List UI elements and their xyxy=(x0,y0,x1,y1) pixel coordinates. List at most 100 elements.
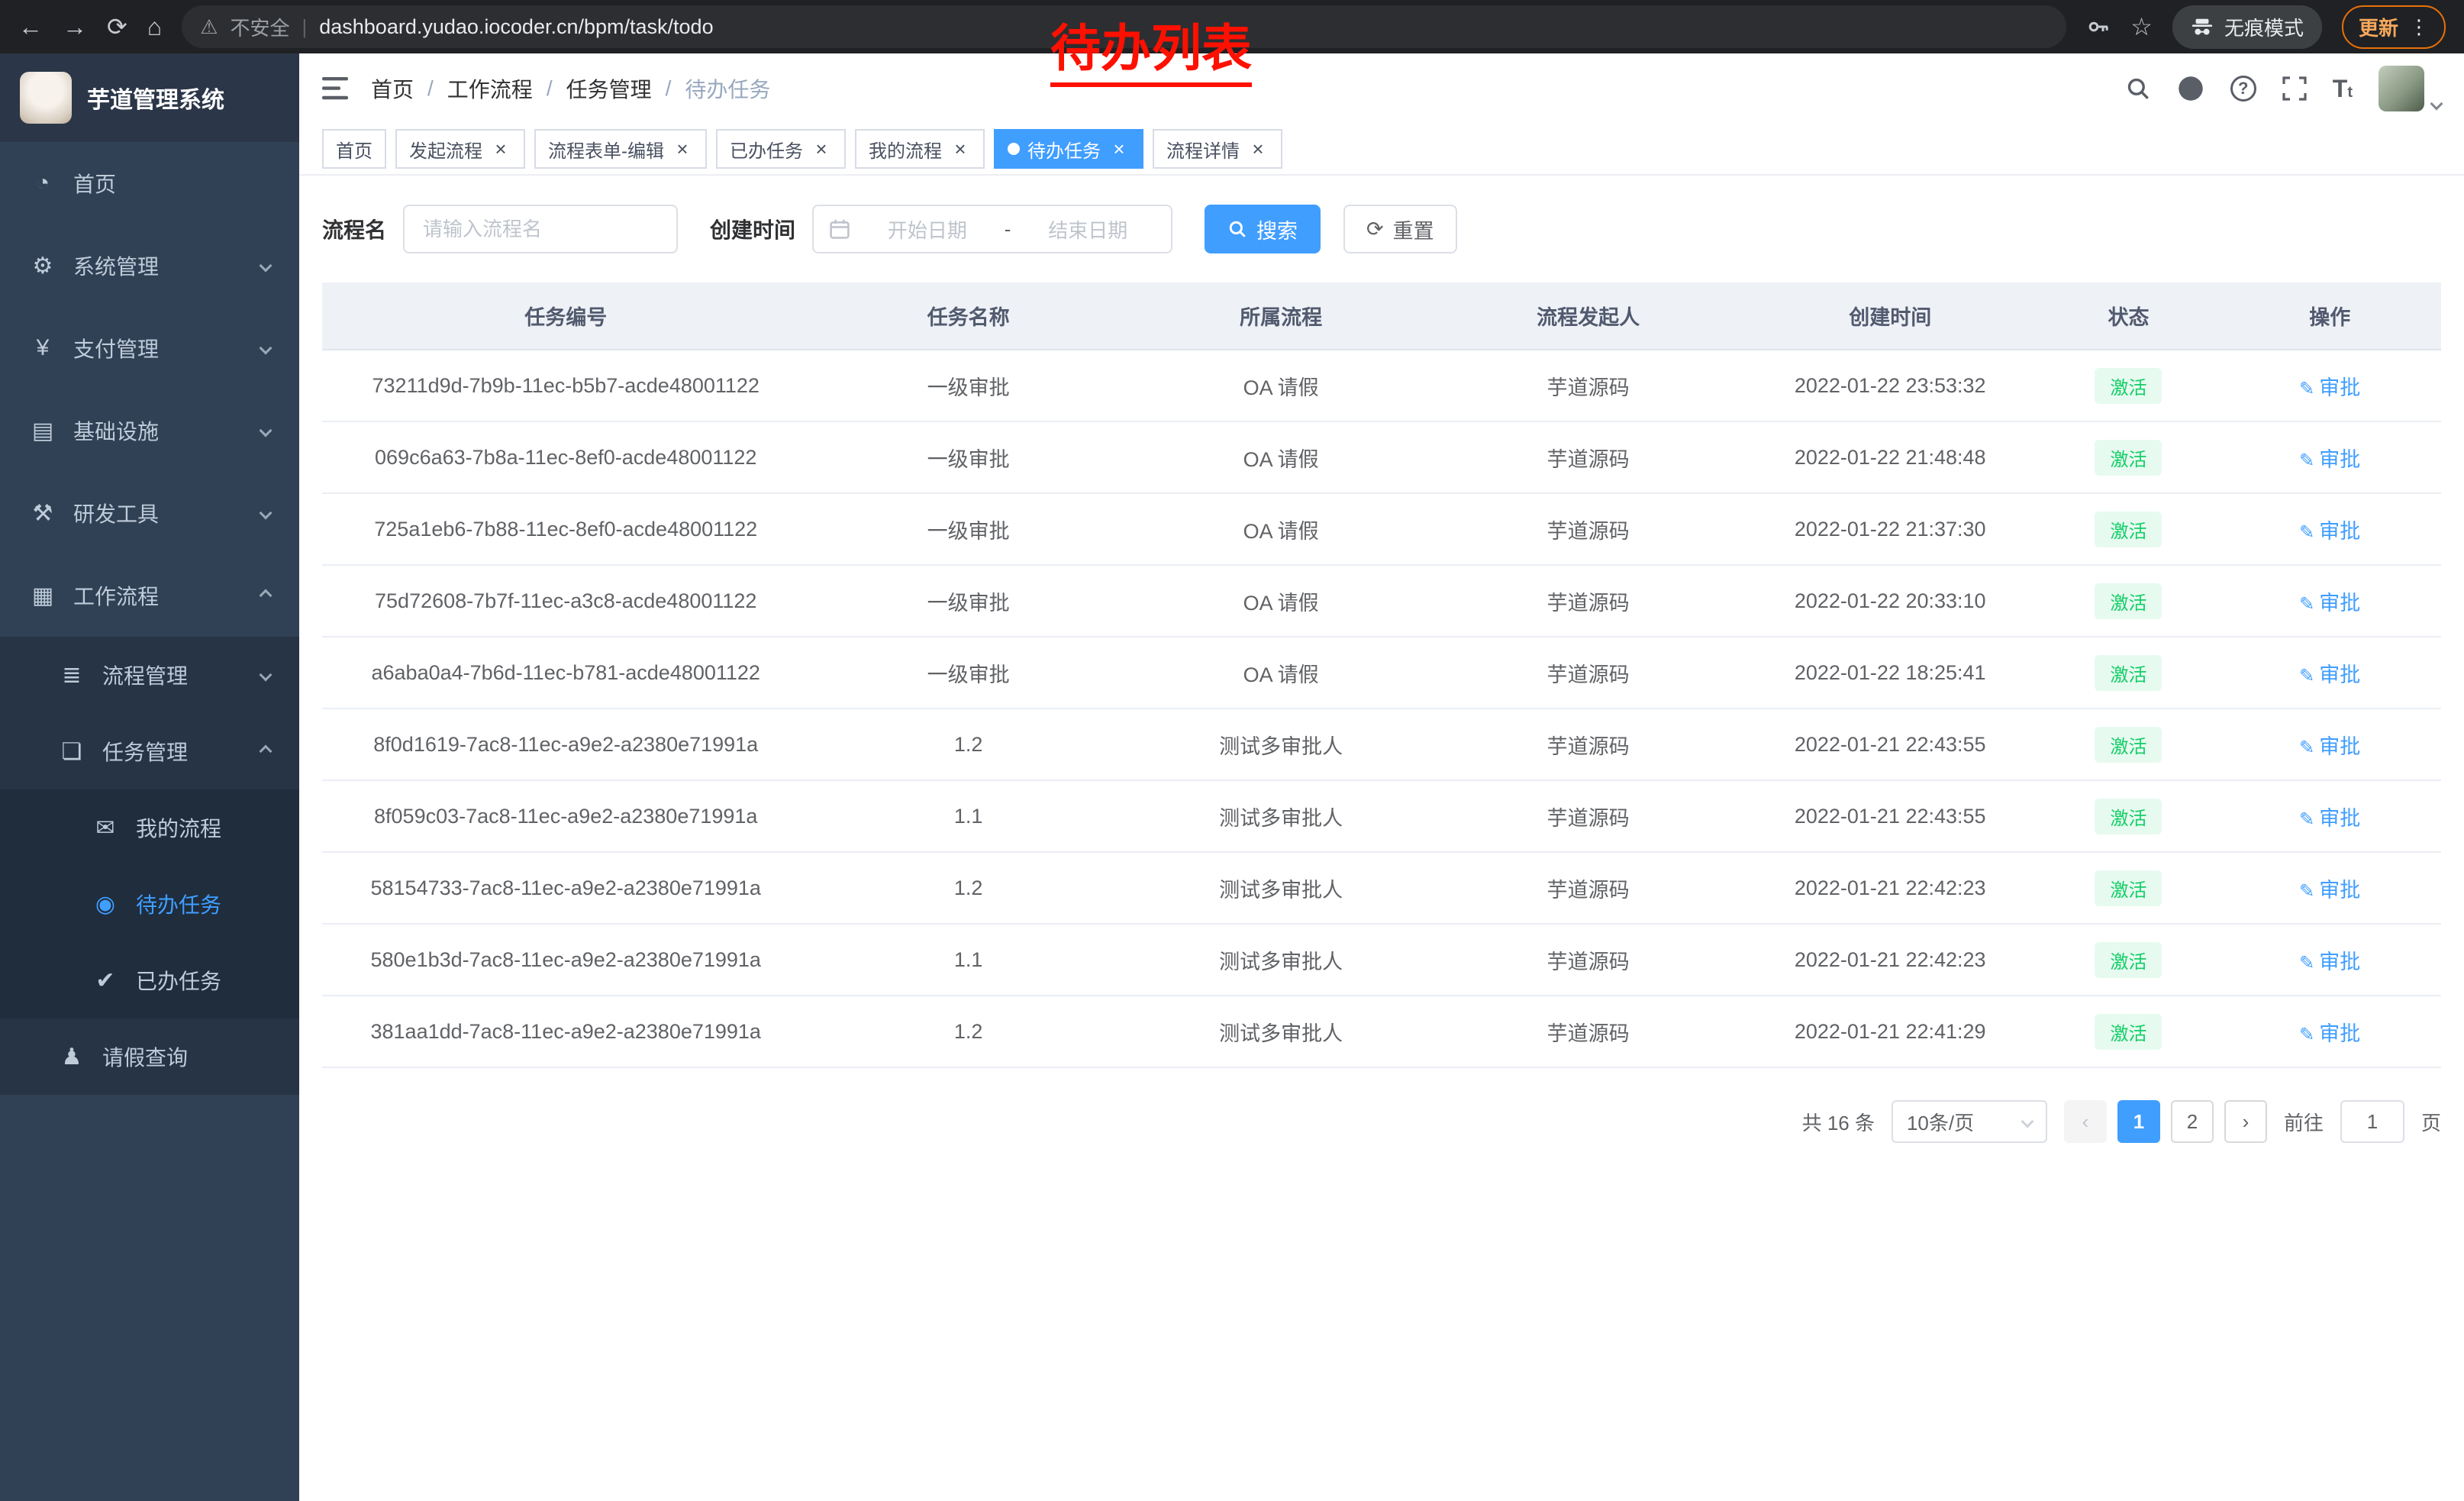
sidebar-item-label: 研发工具 xyxy=(73,498,159,528)
key-icon[interactable] xyxy=(2086,15,2111,39)
page-button-2[interactable]: 2 xyxy=(2171,1100,2214,1143)
process-name-input[interactable] xyxy=(403,205,678,253)
tab-process-detail[interactable]: 流程详情× xyxy=(1153,129,1282,169)
tab-label: 已办任务 xyxy=(730,136,803,163)
page-size-select[interactable]: 10条/页 xyxy=(1892,1100,2047,1143)
tab-home[interactable]: 首页 xyxy=(322,129,386,169)
hamburger-icon[interactable] xyxy=(322,77,348,100)
sidebar-item-infrastructure[interactable]: ▤基础设施 xyxy=(0,389,299,472)
sidebar-item-my-process[interactable]: ✉我的流程 xyxy=(0,789,299,866)
user-menu[interactable] xyxy=(2379,66,2441,111)
tab-todo-task[interactable]: 待办任务× xyxy=(994,129,1143,169)
sidebar-item-todo-task[interactable]: ◉待办任务 xyxy=(0,866,299,942)
reset-button[interactable]: ⟳ 重置 xyxy=(1343,205,1457,253)
tab-done-task[interactable]: 已办任务 × xyxy=(716,129,846,169)
back-icon[interactable]: ← xyxy=(18,15,43,39)
close-icon[interactable]: × xyxy=(490,139,511,159)
initiator-cell: 芋道源码 xyxy=(1434,350,1742,421)
status-badge: 激活 xyxy=(2095,440,2162,476)
approve-link[interactable]: ✎审批 xyxy=(2299,1022,2360,1045)
home-icon[interactable]: ⌂ xyxy=(147,15,162,39)
tab-start-process[interactable]: 发起流程× xyxy=(395,129,525,169)
close-icon[interactable]: × xyxy=(950,139,971,159)
tab-form-edit[interactable]: 流程表单-编辑× xyxy=(534,129,707,169)
next-page-button[interactable]: › xyxy=(2224,1100,2267,1143)
table-row: 069c6a63-7b8a-11ec-8ef0-acde48001122一级审批… xyxy=(322,421,2441,493)
sidebar-item-process-mgmt[interactable]: ≣流程管理 xyxy=(0,637,299,713)
approve-link[interactable]: ✎审批 xyxy=(2299,951,2360,973)
task-name-cell: 1.2 xyxy=(809,709,1127,780)
sidebar-item-done-task[interactable]: ✔已办任务 xyxy=(0,942,299,1018)
task-id-cell: 58154733-7ac8-11ec-a9e2-a2380e71991a xyxy=(322,852,809,924)
end-date-placeholder[interactable]: 结束日期 xyxy=(1020,215,1156,244)
gear-icon: ⚙ xyxy=(29,253,56,279)
approve-link[interactable]: ✎审批 xyxy=(2299,807,2360,830)
workflow-icon: ▦ xyxy=(29,583,56,609)
approve-link[interactable]: ✎审批 xyxy=(2299,520,2360,543)
action-cell: ✎审批 xyxy=(2218,565,2441,637)
create-time-cell: 2022-01-22 18:25:41 xyxy=(1742,637,2039,709)
font-size-icon[interactable]: Tt xyxy=(2333,75,2353,103)
sidebar-nav: ◔首页⚙系统管理¥支付管理▤基础设施⚒研发工具▦工作流程≣流程管理❏任务管理✉我… xyxy=(0,142,299,1095)
sidebar-item-leave-query[interactable]: ♟请假查询 xyxy=(0,1018,299,1095)
main-content: 首页/工作流程/任务管理/待办任务 ? Tt xyxy=(299,53,2464,1501)
browser-menu-dots-icon[interactable]: ⋮ xyxy=(2409,15,2429,39)
initiator-cell: 芋道源码 xyxy=(1434,709,1742,780)
process-cell: OA 请假 xyxy=(1127,637,1435,709)
approve-link[interactable]: ✎审批 xyxy=(2299,663,2360,686)
incognito-label: 无痕模式 xyxy=(2224,13,2304,41)
action-cell: ✎审批 xyxy=(2218,852,2441,924)
breadcrumb-item[interactable]: 任务管理 xyxy=(566,73,652,104)
goto-page-input[interactable] xyxy=(2340,1100,2404,1143)
task-id-cell: 580e1b3d-7ac8-11ec-a9e2-a2380e71991a xyxy=(322,924,809,996)
address-bar[interactable]: ⚠ 不安全 | dashboard.yudao.iocoder.cn/bpm/t… xyxy=(182,5,2066,48)
help-icon[interactable]: ? xyxy=(2230,76,2256,102)
status-badge: 激活 xyxy=(2095,512,2162,547)
prev-page-button[interactable]: ‹ xyxy=(2064,1100,2107,1143)
pager: ‹ 12 › xyxy=(2064,1100,2267,1143)
status-badge: 激活 xyxy=(2095,942,2162,978)
status-cell: 激活 xyxy=(2039,852,2219,924)
search-icon[interactable] xyxy=(2125,76,2151,102)
bookmark-star-icon[interactable]: ☆ xyxy=(2130,15,2153,39)
sidebar-item-task-mgmt[interactable]: ❏任务管理 xyxy=(0,713,299,789)
incognito-icon xyxy=(2191,15,2214,38)
close-icon[interactable]: × xyxy=(811,139,832,159)
forward-icon[interactable]: → xyxy=(63,15,87,39)
app-shell: 芋道管理系统 ◔首页⚙系统管理¥支付管理▤基础设施⚒研发工具▦工作流程≣流程管理… xyxy=(0,53,2464,1501)
start-date-placeholder[interactable]: 开始日期 xyxy=(859,215,995,244)
tab-my-process[interactable]: 我的流程× xyxy=(855,129,985,169)
fullscreen-icon[interactable] xyxy=(2282,76,2307,101)
approve-link[interactable]: ✎审批 xyxy=(2299,448,2360,471)
chevron-down-icon xyxy=(2430,98,2443,111)
status-cell: 激活 xyxy=(2039,924,2219,996)
sidebar-item-dev-tools[interactable]: ⚒研发工具 xyxy=(0,472,299,554)
breadcrumb-separator: / xyxy=(666,76,672,101)
page-button-1[interactable]: 1 xyxy=(2117,1100,2160,1143)
approve-link[interactable]: ✎审批 xyxy=(2299,376,2360,399)
table-header-row: 任务编号任务名称所属流程流程发起人创建时间状态操作 xyxy=(322,282,2441,350)
table-row: 580e1b3d-7ac8-11ec-a9e2-a2380e71991a1.1测… xyxy=(322,924,2441,996)
github-icon[interactable] xyxy=(2177,75,2204,102)
date-range-picker[interactable]: 开始日期 - 结束日期 xyxy=(812,205,1172,253)
sidebar-item-label: 请假查询 xyxy=(102,1041,188,1072)
approve-link[interactable]: ✎审批 xyxy=(2299,592,2360,615)
close-icon[interactable]: × xyxy=(672,139,693,159)
breadcrumb-item[interactable]: 工作流程 xyxy=(447,73,533,104)
close-icon[interactable]: × xyxy=(1247,139,1269,159)
search-button[interactable]: 搜索 xyxy=(1205,205,1321,253)
sidebar-item-home[interactable]: ◔首页 xyxy=(0,142,299,224)
sidebar-item-label: 已办任务 xyxy=(136,965,221,996)
close-icon[interactable]: × xyxy=(1108,139,1130,159)
reload-icon[interactable]: ⟳ xyxy=(107,15,127,39)
edit-icon: ✎ xyxy=(2299,738,2314,758)
sidebar-item-payment-mgmt[interactable]: ¥支付管理 xyxy=(0,307,299,389)
sidebar-item-system-mgmt[interactable]: ⚙系统管理 xyxy=(0,224,299,307)
sidebar-item-workflow[interactable]: ▦工作流程 xyxy=(0,554,299,637)
update-button[interactable]: 更新 ⋮ xyxy=(2342,5,2446,49)
approve-link[interactable]: ✎审批 xyxy=(2299,879,2360,902)
goto-label: 前往 xyxy=(2284,1108,2324,1136)
app-logo[interactable]: 芋道管理系统 xyxy=(0,53,299,142)
approve-link[interactable]: ✎审批 xyxy=(2299,735,2360,758)
breadcrumb-item[interactable]: 首页 xyxy=(371,73,414,104)
